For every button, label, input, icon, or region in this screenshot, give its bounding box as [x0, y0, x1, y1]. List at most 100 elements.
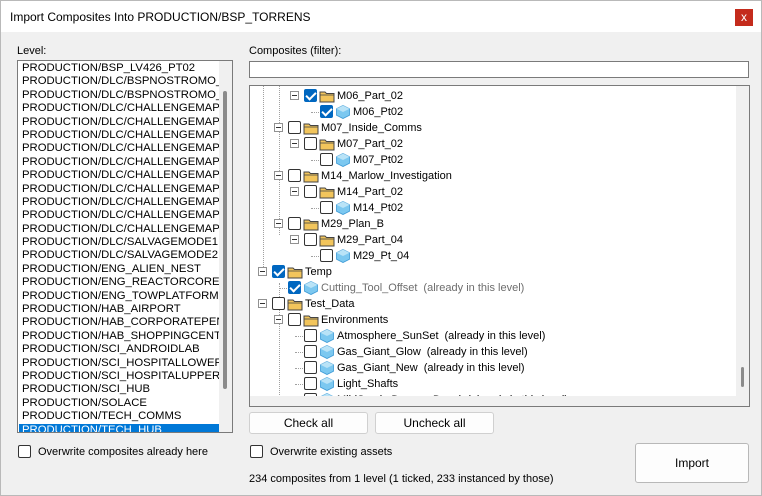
collapse-toggle-icon[interactable] — [274, 171, 283, 180]
tree-folder-node[interactable]: Test_Data — [250, 296, 730, 312]
level-scrollbar[interactable] — [219, 61, 232, 432]
level-list-item[interactable]: PRODUCTION/SOLACE — [19, 397, 220, 410]
collapse-toggle-icon[interactable] — [274, 219, 283, 228]
level-list-item[interactable]: PRODUCTION/ENG_TOWPLATFORM — [19, 290, 220, 303]
tree-node-checkbox[interactable] — [304, 377, 317, 390]
level-list-item[interactable]: PRODUCTION/DLC/SALVAGEMODE1 — [19, 236, 220, 249]
overwrite-assets-label: Overwrite existing assets — [270, 446, 393, 458]
tree-node-checkbox[interactable] — [304, 137, 317, 150]
tree-composite-node[interactable]: Cutting_Tool_Offset (already in this leve… — [250, 280, 730, 296]
tree-node-checkbox[interactable] — [320, 249, 333, 262]
level-scrollbar-thumb[interactable] — [223, 91, 227, 389]
level-list-item[interactable]: PRODUCTION/DLC/CHALLENGEMAP5 — [19, 196, 220, 209]
uncheck-all-button[interactable]: Uncheck all — [375, 412, 494, 434]
tree-folder-node[interactable]: Environments — [250, 312, 730, 328]
collapse-toggle-icon[interactable] — [258, 267, 267, 276]
level-list-item[interactable]: PRODUCTION/SCI_HOSPITALLOWER — [19, 357, 220, 370]
tree-node-note: (already in this level) — [423, 362, 525, 374]
tree-folder-node[interactable]: M06_Part_02 — [250, 88, 730, 104]
level-list-item[interactable]: PRODUCTION/DLC/CHALLENGEMAP4 — [19, 183, 220, 196]
import-button[interactable]: Import — [635, 443, 749, 483]
level-listbox[interactable]: PRODUCTION/BSP_LV426_PT02 PRODUCTION/DLC/… — [17, 60, 233, 433]
level-list-item[interactable]: PRODUCTION/DLC/CHALLENGEMAP7 — [19, 209, 220, 222]
tree-node-checkbox[interactable] — [288, 169, 301, 182]
level-list-item[interactable]: PRODUCTION/DLC/BSPNOSTROMO_ — [19, 89, 220, 102]
close-button[interactable]: x — [735, 9, 753, 26]
tree-composite-node[interactable]: Gas_Giant_Glow (already in this level) — [250, 344, 730, 360]
tree-node-checkbox[interactable] — [272, 265, 285, 278]
tree-node-checkbox[interactable] — [320, 105, 333, 118]
tree-node-checkbox[interactable] — [288, 217, 301, 230]
collapse-toggle-icon[interactable] — [274, 123, 283, 132]
collapse-toggle-icon[interactable] — [290, 91, 299, 100]
level-list-item[interactable]: PRODUCTION/SCI_HOSPITALUPPER — [19, 370, 220, 383]
level-list-item[interactable]: PRODUCTION/DLC/CHALLENGEMAP9 — [19, 223, 220, 236]
level-list-item[interactable]: PRODUCTION/DLC/SALVAGEMODE2 — [19, 249, 220, 262]
level-list-item[interactable]: PRODUCTION/DLC/BSPNOSTROMO_ — [19, 75, 220, 88]
tree-composite-node[interactable]: M06_Pt02 — [250, 104, 730, 120]
tree-node-checkbox[interactable] — [288, 121, 301, 134]
tree-scrollbar-thumb[interactable] — [741, 367, 744, 387]
tree-horizontal-scrollbar[interactable] — [250, 396, 749, 406]
tree-node-checkbox[interactable] — [304, 345, 317, 358]
level-list-item[interactable]: PRODUCTION/DLC/CHALLENGEMAP3 — [19, 169, 220, 182]
tree-folder-node[interactable]: M14_Marlow_Investigation — [250, 168, 730, 184]
tree-node-name: M07_Inside_Comms — [321, 122, 422, 134]
collapse-toggle-icon[interactable] — [274, 315, 283, 324]
collapse-toggle-icon[interactable] — [258, 299, 267, 308]
tree-node-checkbox[interactable] — [304, 89, 317, 102]
level-list-item[interactable]: PRODUCTION/BSP_LV426_PT02 — [19, 62, 220, 75]
collapse-toggle-icon[interactable] — [290, 139, 299, 148]
level-list-item[interactable]: PRODUCTION/DLC/CHALLENGEMAP1 — [19, 156, 220, 169]
tree-folder-node[interactable]: M14_Part_02 — [250, 184, 730, 200]
overwrite-assets-checkbox[interactable] — [250, 445, 263, 458]
tree-folder-node[interactable]: M07_Part_02 — [250, 136, 730, 152]
tree-node-checkbox[interactable] — [304, 361, 317, 374]
composites-filter-input[interactable] — [249, 61, 749, 78]
level-list-item[interactable]: PRODUCTION/SCI_ANDROIDLAB — [19, 343, 220, 356]
tree-composite-node[interactable]: Light_Shafts — [250, 376, 730, 392]
tree-node-name: Test_Data — [305, 298, 355, 310]
composite-icon — [335, 153, 351, 167]
level-list-item[interactable]: PRODUCTION/ENG_REACTORCORE — [19, 276, 220, 289]
check-all-button[interactable]: Check all — [249, 412, 368, 434]
tree-node-label: M14_Part_02 — [337, 184, 403, 200]
tree-folder-node[interactable]: M07_Inside_Comms — [250, 120, 730, 136]
tree-folder-node[interactable]: M29_Part_04 — [250, 232, 730, 248]
level-list-item[interactable]: PRODUCTION/TECH_COMMS — [19, 410, 220, 423]
collapse-toggle-icon[interactable] — [290, 235, 299, 244]
overwrite-composites-checkbox[interactable] — [18, 445, 31, 458]
composites-tree[interactable]: M06_Part_02 M06_Pt02 M07_Inside_Comms M07_P… — [249, 85, 750, 407]
tree-node-checkbox[interactable] — [304, 185, 317, 198]
tree-node-checkbox[interactable] — [304, 329, 317, 342]
tree-node-label: M07_Inside_Comms — [321, 120, 422, 136]
tree-scrollbar[interactable] — [736, 86, 749, 406]
tree-composite-node[interactable]: M29_Pt_04 — [250, 248, 730, 264]
tree-composite-node[interactable]: Atmosphere_SunSet (already in this level) — [250, 328, 730, 344]
tree-node-label: M14_Marlow_Investigation — [321, 168, 452, 184]
level-list-item[interactable]: PRODUCTION/DLC/CHALLENGEMAP1 — [19, 116, 220, 129]
tree-node-checkbox[interactable] — [304, 233, 317, 246]
tree-node-checkbox[interactable] — [288, 313, 301, 326]
tree-composite-node[interactable]: M07_Pt02 — [250, 152, 730, 168]
tree-composite-node[interactable]: M14_Pt02 — [250, 200, 730, 216]
tree-node-checkbox[interactable] — [272, 297, 285, 310]
tree-node-checkbox[interactable] — [288, 281, 301, 294]
tree-folder-node[interactable]: Temp — [250, 264, 730, 280]
level-list-item[interactable]: PRODUCTION/DLC/CHALLENGEMAP1 — [19, 102, 220, 115]
level-list-item[interactable]: PRODUCTION/HAB_AIRPORT — [19, 303, 220, 316]
level-list-item[interactable]: PRODUCTION/HAB_CORPORATEPEN — [19, 316, 220, 329]
level-list-item[interactable]: PRODUCTION/TECH_HUB — [19, 423, 220, 432]
level-list-item[interactable]: PRODUCTION/SCI_HUB — [19, 383, 220, 396]
level-list-item[interactable]: PRODUCTION/DLC/CHALLENGEMAP1 — [19, 142, 220, 155]
tree-node-name: Light_Shafts — [337, 378, 399, 390]
level-list-item[interactable]: PRODUCTION/DLC/CHALLENGEMAP1 — [19, 129, 220, 142]
level-list-item[interactable]: PRODUCTION/ENG_ALIEN_NEST — [19, 263, 220, 276]
tree-node-label: M07_Part_02 — [337, 136, 403, 152]
tree-folder-node[interactable]: M29_Plan_B — [250, 216, 730, 232]
level-list-item[interactable]: PRODUCTION/HAB_SHOPPINGCENTR — [19, 330, 220, 343]
collapse-toggle-icon[interactable] — [290, 187, 299, 196]
tree-node-checkbox[interactable] — [320, 201, 333, 214]
tree-composite-node[interactable]: Gas_Giant_New (already in this level) — [250, 360, 730, 376]
tree-node-checkbox[interactable] — [320, 153, 333, 166]
